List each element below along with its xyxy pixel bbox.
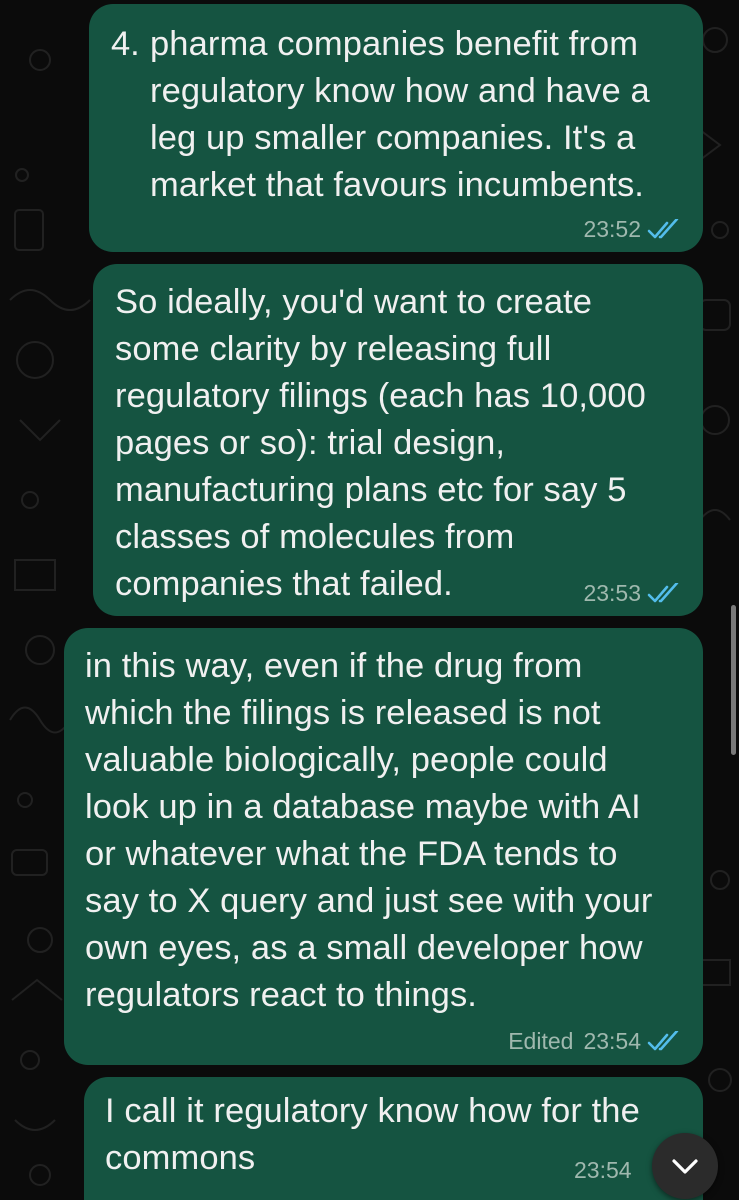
chat-screen: 4. pharma companies benefit from regulat…: [0, 0, 739, 1200]
double-check-icon: [647, 582, 679, 602]
message-line: regulatory filings (each has 10,000: [115, 377, 646, 415]
message-line: in this way, even if the drug from: [85, 647, 583, 685]
message-line: market that favours incumbents.: [150, 166, 644, 204]
chevron-down-icon: [672, 1159, 698, 1174]
message-line: say to X query and just see with your: [85, 882, 653, 920]
message-line: manufacturing plans etc for say 5: [115, 471, 627, 509]
message-line: I call it regulatory know how for the: [105, 1092, 640, 1130]
message-meta: 23:54: [574, 1157, 632, 1184]
message-meta: Edited 23:54: [508, 1028, 681, 1055]
scroll-to-bottom-button[interactable]: [652, 1133, 718, 1199]
list-number: 4.: [111, 25, 140, 63]
message-bubble[interactable]: So ideally, you'd want to create some cl…: [93, 264, 703, 616]
message-line: pharma companies benefit from: [150, 25, 639, 63]
message-line: which the filings is released is not: [85, 694, 601, 732]
message-bubble[interactable]: in this way, even if the drug from which…: [64, 628, 703, 1065]
message-line: some clarity by releasing full: [115, 330, 552, 368]
message-line: leg up smaller companies. It's a: [150, 119, 636, 157]
message-time: 23:54: [574, 1157, 632, 1183]
message-line: classes of molecules from: [115, 518, 515, 556]
message-line: or whatever what the FDA tends to: [85, 835, 618, 873]
message-bubble[interactable]: 4. pharma companies benefit from regulat…: [89, 4, 703, 252]
message-line: regulatory know how and have a: [150, 72, 650, 110]
message-line: valuable biologically, people could: [85, 741, 608, 779]
message-time: 23:52: [583, 216, 641, 242]
message-line: commons: [105, 1139, 256, 1177]
message-line: regulators react to things.: [85, 976, 477, 1014]
scrollbar[interactable]: [731, 605, 736, 755]
message-line: So ideally, you'd want to create: [115, 283, 593, 321]
message-line: companies that failed.: [115, 565, 453, 603]
message-bubble[interactable]: I call it regulatory know how for the co…: [84, 1077, 703, 1200]
message-time: 23:54: [583, 1028, 641, 1054]
double-check-icon: [647, 218, 679, 238]
double-check-icon: [647, 1030, 679, 1050]
message-line: pages or so): trial design,: [115, 424, 506, 462]
message-meta: 23:52: [583, 216, 681, 243]
message-meta: 23:53: [583, 580, 681, 607]
message-line: look up in a database maybe with AI: [85, 788, 641, 826]
message-time: 23:53: [583, 580, 641, 606]
edited-label: Edited: [508, 1028, 574, 1054]
message-line: own eyes, as a small developer how: [85, 929, 643, 967]
